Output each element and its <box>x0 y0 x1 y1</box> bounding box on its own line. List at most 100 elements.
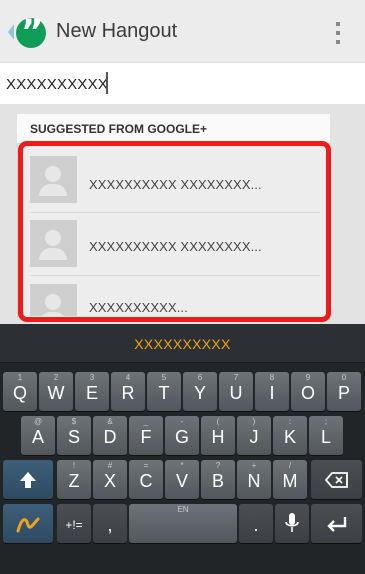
key-secondary-label: 8 <box>269 373 275 382</box>
key-r[interactable]: 4R <box>111 372 145 411</box>
swype-key[interactable] <box>3 504 53 543</box>
key-label: N <box>247 471 261 491</box>
key-label: E <box>85 383 98 403</box>
key-j[interactable]: ) J <box>237 416 271 455</box>
key-label: +!= <box>65 518 83 532</box>
shift-icon <box>20 472 36 488</box>
key-secondary-label: @ <box>33 417 43 426</box>
key-x[interactable]: # X <box>93 460 127 499</box>
key-i[interactable]: 8I <box>255 372 289 411</box>
key-label: P <box>337 383 350 403</box>
key-a[interactable]: @ A <box>21 416 55 455</box>
key-secondary-label: $ <box>71 417 77 426</box>
key-o[interactable]: 9O <box>291 372 325 411</box>
key-label: Y <box>193 383 206 403</box>
key-label: Q <box>12 383 27 403</box>
page-title: New Hangout <box>56 20 178 42</box>
text-cursor <box>106 72 108 94</box>
key-label: L <box>320 427 331 447</box>
microphone-icon <box>285 513 299 532</box>
key-w[interactable]: 2W <box>39 372 73 411</box>
key-secondary-label: 0 <box>341 373 347 382</box>
enter-key[interactable] <box>311 504 362 543</box>
enter-icon <box>327 517 347 532</box>
key-g[interactable]: -G <box>165 416 199 455</box>
key-secondary-label: ; <box>324 417 328 426</box>
key-z[interactable]: ! Z <box>57 460 91 499</box>
key-s[interactable]: $ S <box>57 416 91 455</box>
key-secondary-label: 1 <box>17 373 23 382</box>
key-secondary-label: EN <box>177 505 189 514</box>
recipient-input[interactable]: XXXXXXXXXX <box>6 76 108 93</box>
key-b[interactable]: ? B <box>201 460 235 499</box>
key-m[interactable]: / M <box>273 460 307 499</box>
key-label: V <box>175 471 188 491</box>
highlight-outline <box>18 141 331 322</box>
action-bar <box>0 0 365 63</box>
key-label: K <box>283 427 296 447</box>
key-y[interactable]: 6Y <box>183 372 217 411</box>
symbols-key[interactable]: +!= <box>57 504 91 543</box>
key-secondary-label: _ <box>143 417 149 426</box>
key-secondary-label: : <box>288 417 292 426</box>
key-d[interactable]: & D <box>93 416 127 455</box>
key-secondary-label: 9 <box>305 373 311 382</box>
key-secondary-label: = <box>143 461 149 470</box>
key-secondary-label: - <box>180 417 184 426</box>
key-label: M <box>282 471 298 491</box>
key-secondary-label: & <box>107 417 113 426</box>
key-f[interactable]: _ F <box>129 416 163 455</box>
key-label: W <box>47 383 65 403</box>
key-secondary-label: ! <box>72 461 76 470</box>
key-label: T <box>158 383 170 403</box>
key-label: D <box>103 427 117 447</box>
key-label: H <box>211 427 225 447</box>
swype-icon <box>16 517 40 533</box>
key-label: G <box>174 427 189 447</box>
key-e[interactable]: 3E <box>75 372 109 411</box>
key-label: F <box>140 427 152 447</box>
key-label: . <box>253 515 259 535</box>
key-l[interactable]: ; L <box>309 416 343 455</box>
key-label: U <box>229 383 243 403</box>
key-secondary-label: # <box>107 461 113 470</box>
back-caret-icon[interactable] <box>8 24 14 40</box>
voice-input-key[interactable] <box>275 504 309 543</box>
overflow-menu-icon[interactable] <box>333 18 343 48</box>
key-k[interactable]: :K <box>273 416 307 455</box>
key-u[interactable]: 7U <box>219 372 253 411</box>
word-suggestion[interactable]: XXXXXXXXXX <box>0 336 365 352</box>
key-secondary-label: 2 <box>53 373 59 382</box>
key-secondary-label: ( <box>216 417 220 426</box>
key-secondary-label: ? <box>215 461 221 470</box>
key-label: X <box>103 471 116 491</box>
hangouts-app-icon[interactable] <box>16 12 46 52</box>
key-label: , <box>107 515 113 535</box>
key-n[interactable]: + N <box>237 460 271 499</box>
key-t[interactable]: 5T <box>147 372 181 411</box>
key-label: O <box>300 383 315 403</box>
key-secondary-label: 3 <box>89 373 95 382</box>
shift-key[interactable] <box>3 460 53 499</box>
key-label: Z <box>68 471 80 491</box>
key-p[interactable]: 0P <box>327 372 361 411</box>
key-q[interactable]: 1Q <box>3 372 37 411</box>
key-v[interactable]: * V <box>165 460 199 499</box>
suggestions-header-label: SUGGESTED FROM GOOGLE+ <box>30 122 208 136</box>
backspace-key[interactable] <box>311 460 362 499</box>
key-label: C <box>139 471 153 491</box>
key-h[interactable]: (H <box>201 416 235 455</box>
key-label: I <box>269 383 275 403</box>
key-label: A <box>31 427 44 447</box>
key-secondary-label: 5 <box>161 373 167 382</box>
key-secondary-label: 6 <box>197 373 203 382</box>
key-secondary-label: ) <box>252 417 256 426</box>
key-secondary-label: 4 <box>125 373 131 382</box>
period-key[interactable]: . <box>239 504 273 543</box>
key-secondary-label: / <box>288 461 292 470</box>
space-key[interactable]: EN <box>129 504 237 543</box>
key-c[interactable]: = C <box>129 460 163 499</box>
backspace-icon <box>325 472 348 488</box>
key-secondary-label: + <box>251 461 257 470</box>
comma-key[interactable]: , <box>93 504 127 543</box>
